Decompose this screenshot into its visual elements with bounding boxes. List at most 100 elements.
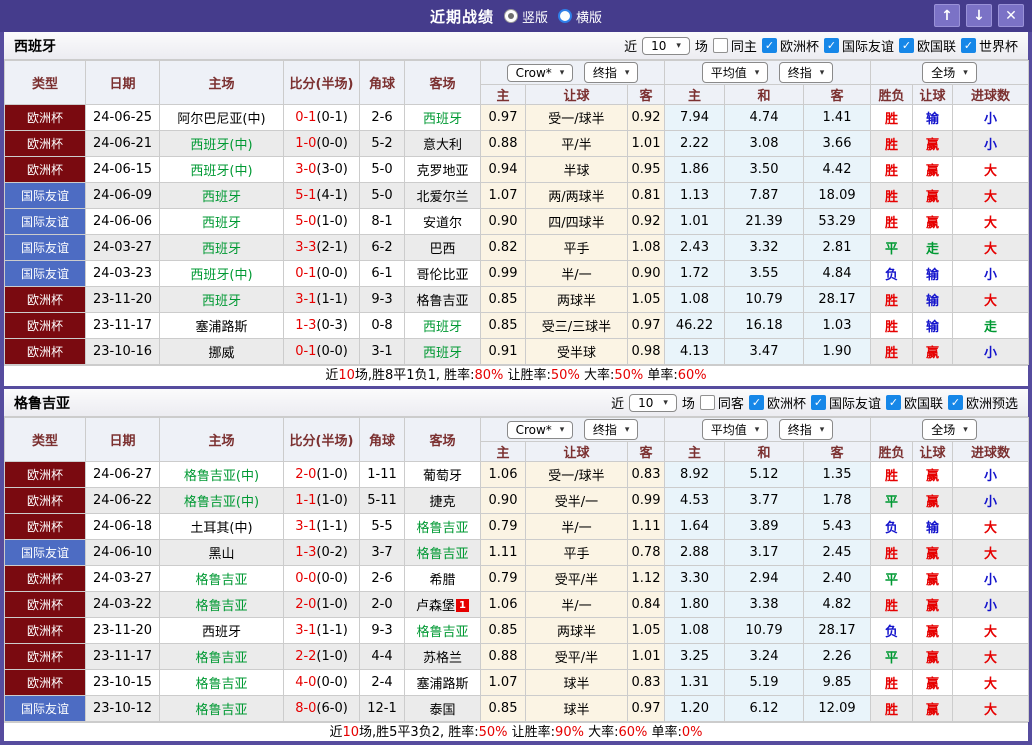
avg-home-odds: 8.92 [665, 462, 725, 488]
match-row: 国际友谊24-06-10黑山1-3(0-2)3-7格鲁吉亚1.11平手0.782… [5, 540, 1029, 566]
competition-filter[interactable]: ✓欧国联 [899, 36, 956, 55]
match-date: 24-06-09 [86, 183, 160, 209]
layout-vertical-radio[interactable]: 竖版 [504, 7, 548, 26]
result-handicap: 赢 [913, 566, 953, 592]
competition-type: 欧洲杯 [5, 618, 86, 644]
checkbox-checked-icon[interactable]: ✓ [899, 38, 914, 53]
summary-text: 单率: [647, 725, 682, 740]
close-button[interactable]: ✕ [998, 4, 1024, 27]
section-header: 格鲁吉亚 近 10 ▾ 场 同客 ✓欧洲杯✓国际友谊✓欧国联✓欧洲预选 [4, 389, 1028, 417]
competition-filter[interactable]: ✓欧国联 [886, 393, 943, 412]
checkbox-checked-icon[interactable]: ✓ [762, 38, 777, 53]
result-goals: 大 [953, 618, 1029, 644]
match-table-body: 欧洲杯24-06-27格鲁吉亚(中)2-0(1-0)1-11葡萄牙1.06受一/… [5, 462, 1029, 722]
away-odds: 1.11 [628, 514, 665, 540]
result-handicap: 输 [913, 313, 953, 339]
same-venue-filter[interactable]: 同主 [713, 36, 757, 55]
checkbox-unchecked-icon[interactable] [700, 395, 715, 410]
away-team: 西班牙 [405, 105, 481, 131]
match-row: 欧洲杯23-11-17塞浦路斯1-3(0-3)0-8西班牙0.85受三/三球半0… [5, 313, 1029, 339]
result-handicap: 赢 [913, 540, 953, 566]
average-stage-select[interactable]: 终指▾ [779, 419, 834, 440]
bookmaker-select[interactable]: Crow*▾ [507, 421, 574, 439]
half-time-score: (0-3) [316, 318, 347, 333]
average-stage-select[interactable]: 终指▾ [779, 62, 834, 83]
result-handicap: 输 [913, 514, 953, 540]
competition-filter[interactable]: ✓欧洲预选 [948, 393, 1018, 412]
avg-away-odds: 4.42 [804, 157, 871, 183]
competition-filter[interactable]: ✓欧洲杯 [749, 393, 806, 412]
avg-home-odds: 1.08 [665, 618, 725, 644]
home-team: 西班牙(中) [160, 131, 284, 157]
scroll-up-button[interactable]: ↑ [934, 4, 960, 27]
layout-horizontal-radio[interactable]: 横版 [558, 7, 602, 26]
fullmatch-select[interactable]: 全场▾ [922, 62, 977, 83]
match-date: 23-10-12 [86, 696, 160, 722]
recent-count-select[interactable]: 10 ▾ [629, 394, 677, 412]
radio-selected-icon[interactable] [504, 9, 518, 23]
handicap-line: 受半球 [526, 339, 628, 365]
avg-away-odds: 2.81 [804, 235, 871, 261]
away-odds: 0.90 [628, 261, 665, 287]
content: 西班牙 近 10 ▾ 场 同主 ✓欧洲杯✓国际友谊✓欧国联✓世界杯 [4, 32, 1028, 743]
handicap-line: 受三/三球半 [526, 313, 628, 339]
avg-draw-odds: 3.17 [725, 540, 804, 566]
handicap-line: 两球半 [526, 618, 628, 644]
summary-text: 60% [618, 725, 647, 740]
match-date: 24-06-15 [86, 157, 160, 183]
average-header: 平均值▾ 终指▾ [665, 61, 871, 85]
checkbox-checked-icon[interactable]: ✓ [886, 395, 901, 410]
checkbox-checked-icon[interactable]: ✓ [749, 395, 764, 410]
checkbox-unchecked-icon[interactable] [713, 38, 728, 53]
result-outcome: 胜 [871, 183, 913, 209]
result-handicap: 赢 [913, 339, 953, 365]
avg-away-odds: 2.40 [804, 566, 871, 592]
col-corner: 角球 [360, 61, 405, 105]
result-outcome: 平 [871, 644, 913, 670]
competition-filter[interactable]: ✓世界杯 [961, 36, 1018, 55]
score-cell: 1-3(0-2) [284, 540, 360, 566]
result-goals: 大 [953, 696, 1029, 722]
layout-horizontal-label: 横版 [576, 7, 602, 26]
match-date: 24-06-22 [86, 488, 160, 514]
away-team-name: 哥伦比亚 [416, 268, 468, 283]
fullmatch-value: 全场 [931, 64, 955, 81]
checkbox-checked-icon[interactable]: ✓ [811, 395, 826, 410]
summary-text: 大率: [580, 368, 615, 383]
full-time-score: 3-1 [295, 292, 316, 307]
fullmatch-select[interactable]: 全场▾ [922, 419, 977, 440]
away-odds: 0.99 [628, 488, 665, 514]
avg-home-odds: 1.20 [665, 696, 725, 722]
col-handicap: 让球 [526, 85, 628, 105]
scroll-down-button[interactable]: ↓ [966, 4, 992, 27]
odds-stage-select[interactable]: 终指▾ [584, 62, 639, 83]
odds-stage-select[interactable]: 终指▾ [584, 419, 639, 440]
bookmaker-select[interactable]: Crow*▾ [507, 64, 574, 82]
checkbox-checked-icon[interactable]: ✓ [961, 38, 976, 53]
average-select[interactable]: 平均值▾ [702, 62, 769, 83]
full-time-score: 0-1 [295, 344, 316, 359]
result-goals: 大 [953, 287, 1029, 313]
summary-text: 近 [325, 368, 338, 383]
result-handicap: 赢 [913, 618, 953, 644]
record-summary: 近10场,胜8平1负1, 胜率:80% 让胜率:50% 大率:50% 单率:60… [4, 365, 1028, 386]
competition-filter[interactable]: ✓国际友谊 [811, 393, 881, 412]
competition-filter[interactable]: ✓国际友谊 [824, 36, 894, 55]
avg-draw-odds: 3.32 [725, 235, 804, 261]
score-cell: 0-0(0-0) [284, 566, 360, 592]
home-team: 黑山 [160, 540, 284, 566]
same-venue-filter[interactable]: 同客 [700, 393, 744, 412]
away-odds: 0.78 [628, 540, 665, 566]
competition-filter[interactable]: ✓欧洲杯 [762, 36, 819, 55]
competition-filter-label: 欧洲杯 [780, 36, 819, 55]
checkbox-checked-icon[interactable]: ✓ [824, 38, 839, 53]
score-cell: 0-1(0-0) [284, 339, 360, 365]
average-select[interactable]: 平均值▾ [702, 419, 769, 440]
home-odds: 0.85 [481, 287, 526, 313]
checkbox-checked-icon[interactable]: ✓ [948, 395, 963, 410]
radio-unselected-icon[interactable] [558, 9, 572, 23]
full-time-score: 1-1 [295, 493, 316, 508]
home-odds: 0.85 [481, 313, 526, 339]
recent-count-select[interactable]: 10 ▾ [642, 37, 690, 55]
full-time-score: 3-1 [295, 519, 316, 534]
